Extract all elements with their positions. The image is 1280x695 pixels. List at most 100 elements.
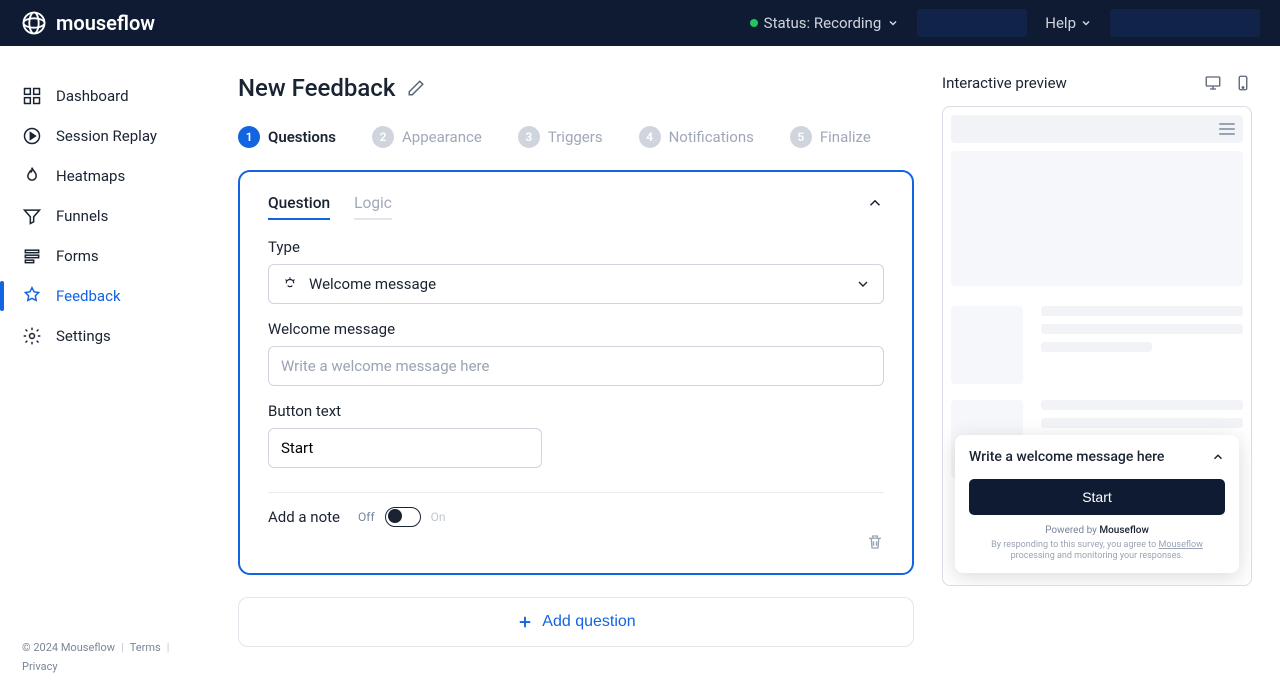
preview-skeleton-line (1041, 418, 1243, 428)
toggle-off-label: Off (358, 510, 375, 524)
step-label: Finalize (820, 128, 871, 146)
brand-name: mouseflow (56, 11, 155, 35)
divider (268, 492, 884, 493)
chevron-down-icon (887, 17, 899, 29)
desktop-icon[interactable] (1204, 74, 1222, 92)
tab-question[interactable]: Question (268, 194, 330, 220)
sidebar-item-label: Settings (56, 327, 111, 345)
welcome-message-input[interactable] (268, 346, 884, 386)
status-indicator[interactable]: Status: Recording (750, 14, 900, 32)
mobile-icon[interactable] (1234, 74, 1252, 92)
preview-disclaimer: By responding to this survey, you agree … (969, 540, 1225, 563)
terms-link[interactable]: Terms (130, 641, 161, 654)
preview-page-header (951, 115, 1243, 143)
status-label: Status: Recording (764, 14, 882, 32)
step-number: 3 (518, 126, 540, 148)
add-question-label: Add question (542, 613, 635, 631)
sidebar-item-heatmaps[interactable]: Heatmaps (0, 156, 210, 196)
step-appearance[interactable]: 2 Appearance (372, 126, 482, 148)
step-triggers[interactable]: 3 Triggers (518, 126, 603, 148)
type-label: Type (268, 238, 884, 256)
wave-icon (281, 275, 299, 293)
step-number: 4 (639, 126, 661, 148)
sidebar-item-label: Feedback (56, 287, 121, 305)
preview-start-button[interactable]: Start (969, 479, 1225, 515)
step-finalize[interactable]: 5 Finalize (790, 126, 871, 148)
sidebar-item-forms[interactable]: Forms (0, 236, 210, 276)
type-select[interactable]: Welcome message (268, 264, 884, 304)
preview-skeleton-line (1041, 306, 1243, 316)
help-label: Help (1045, 14, 1076, 32)
page-title: New Feedback (238, 74, 395, 102)
trash-icon[interactable] (866, 533, 884, 551)
topbar: mouseflow Status: Recording Help (0, 0, 1280, 46)
flame-icon (22, 166, 42, 186)
help-menu[interactable]: Help (1045, 14, 1092, 32)
step-label: Appearance (402, 128, 482, 146)
play-icon (22, 126, 42, 146)
preview-column: Interactive preview (942, 74, 1252, 695)
chevron-up-icon[interactable] (866, 194, 884, 212)
sidebar-item-feedback[interactable]: Feedback (0, 276, 210, 316)
preview-skeleton-line (1041, 342, 1152, 352)
sidebar-item-label: Forms (56, 247, 99, 265)
logo[interactable]: mouseflow (20, 9, 155, 37)
mouseflow-logo-icon (20, 9, 48, 37)
sidebar-item-funnels[interactable]: Funnels (0, 196, 210, 236)
step-questions[interactable]: 1 Questions (238, 126, 336, 148)
chevron-down-icon (855, 276, 871, 292)
step-label: Notifications (669, 128, 754, 146)
add-question-button[interactable]: Add question (238, 597, 914, 647)
sidebar-footer: © 2024 Mouseflow | Terms | Privacy (0, 631, 210, 683)
sidebar-item-label: Session Replay (56, 127, 157, 145)
dashboard-icon (22, 86, 42, 106)
feedback-icon (22, 286, 42, 306)
type-value: Welcome message (309, 275, 436, 293)
tab-logic[interactable]: Logic (354, 194, 392, 220)
step-number: 2 (372, 126, 394, 148)
status-dot-icon (750, 19, 758, 27)
sidebar-item-settings[interactable]: Settings (0, 316, 210, 356)
forms-icon (22, 246, 42, 266)
preview-title: Interactive preview (942, 74, 1067, 92)
toggle-on-label: On (431, 510, 446, 524)
sidebar: Dashboard Session Replay Heatmaps Funnel… (0, 46, 210, 695)
preview-skeleton-thumb (951, 306, 1023, 384)
step-label: Triggers (548, 128, 603, 146)
step-number: 5 (790, 126, 812, 148)
sidebar-item-label: Dashboard (56, 87, 129, 105)
topbar-placeholder-1 (917, 9, 1027, 37)
sidebar-item-label: Heatmaps (56, 167, 125, 185)
preview-skeleton-line (1041, 324, 1243, 334)
chevron-down-icon (1080, 17, 1092, 29)
edit-icon[interactable] (407, 79, 425, 97)
add-note-label: Add a note (268, 508, 340, 526)
welcome-message-label: Welcome message (268, 320, 884, 338)
sidebar-item-dashboard[interactable]: Dashboard (0, 76, 210, 116)
question-card: Question Logic Type Welcome message Welc… (238, 170, 914, 575)
add-note-toggle[interactable] (385, 507, 421, 527)
privacy-link[interactable]: Privacy (22, 660, 58, 673)
topbar-placeholder-2 (1110, 9, 1260, 37)
sidebar-item-label: Funnels (56, 207, 108, 225)
hamburger-icon (1219, 123, 1235, 135)
chevron-up-icon[interactable] (1211, 450, 1225, 464)
button-text-label: Button text (268, 402, 884, 420)
main-content: New Feedback 1 Questions 2 Appearance 3 … (210, 46, 1280, 695)
step-notifications[interactable]: 4 Notifications (639, 126, 754, 148)
preview-frame: Write a welcome message here Start Power… (942, 106, 1252, 586)
preview-popup-title: Write a welcome message here (969, 449, 1164, 465)
wizard-steps: 1 Questions 2 Appearance 3 Triggers 4 No… (238, 126, 914, 148)
button-text-input[interactable] (268, 428, 542, 468)
step-number: 1 (238, 126, 260, 148)
sidebar-item-session-replay[interactable]: Session Replay (0, 116, 210, 156)
preview-skeleton-line (1041, 400, 1243, 410)
gear-icon (22, 326, 42, 346)
preview-popup: Write a welcome message here Start Power… (955, 435, 1239, 573)
copyright: © 2024 Mouseflow (22, 641, 115, 654)
funnel-icon (22, 206, 42, 226)
preview-powered-by: Powered by Mouseflow (969, 525, 1225, 536)
step-label: Questions (268, 128, 336, 146)
preview-skeleton-hero (951, 151, 1243, 286)
plus-icon (516, 613, 534, 631)
